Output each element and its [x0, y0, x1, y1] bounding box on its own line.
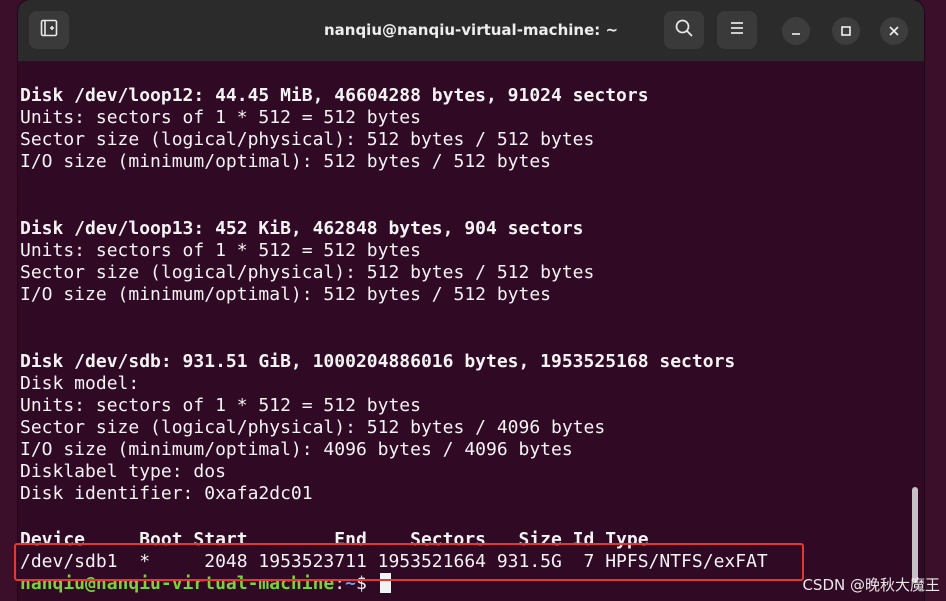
loop12-sector-size: Sector size (logical/physical): 512 byte… [20, 129, 595, 150]
loop13-header: Disk /dev/loop13: 452 KiB, 462848 bytes,… [20, 218, 584, 239]
terminal-output[interactable]: Disk /dev/loop12: 44.45 MiB, 46604288 by… [18, 62, 924, 601]
maximize-icon [840, 22, 852, 41]
prompt-path: ~ [345, 573, 356, 594]
search-icon [674, 18, 694, 42]
loop13-io-size: I/O size (minimum/optimal): 512 bytes / … [20, 284, 552, 305]
loop12-header: Disk /dev/loop12: 44.45 MiB, 46604288 by… [20, 85, 649, 106]
minimize-icon [790, 22, 802, 41]
terminal-scrollbar[interactable] [912, 487, 918, 583]
menu-button[interactable] [717, 11, 757, 49]
search-button[interactable] [664, 11, 704, 49]
new-tab-icon [39, 18, 59, 42]
terminal-window: nanqiu@nanqiu-virtual-machine: ~ Disk /d… [18, 0, 924, 601]
loop12-units: Units: sectors of 1 * 512 = 512 bytes [20, 107, 421, 128]
sdb-identifier: Disk identifier: 0xafa2dc01 [20, 483, 313, 504]
loop13-sector-size: Sector size (logical/physical): 512 byte… [20, 262, 595, 283]
partition-table-header: Device Boot Start End Sectors Size Id Ty… [20, 529, 649, 550]
close-button[interactable] [880, 17, 908, 45]
close-icon [888, 22, 900, 41]
sdb-label-type: Disklabel type: dos [20, 461, 226, 482]
maximize-button[interactable] [832, 17, 860, 45]
shell-prompt[interactable]: nanqiu@nanqiu-virtual-machine:~$ [20, 573, 391, 595]
new-tab-button[interactable] [29, 11, 69, 49]
csdn-watermark: CSDN @晚秋大魔王 [802, 576, 940, 594]
sdb-header: Disk /dev/sdb: 931.51 GiB, 1000204886016… [20, 351, 736, 372]
loop12-io-size: I/O size (minimum/optimal): 512 bytes / … [20, 151, 552, 172]
partition-row: /dev/sdb1 * 2048 1953523711 1953521664 9… [20, 551, 768, 572]
sdb-units: Units: sectors of 1 * 512 = 512 bytes [20, 395, 421, 416]
minimize-button[interactable] [782, 17, 810, 45]
prompt-symbol: $ [355, 573, 378, 594]
prompt-user-host: nanqiu@nanqiu-virtual-machine [20, 573, 335, 594]
text-cursor [379, 573, 391, 593]
sdb-model: Disk model: [20, 373, 140, 394]
title-bar: nanqiu@nanqiu-virtual-machine: ~ [18, 0, 924, 62]
sdb-sector-size: Sector size (logical/physical): 512 byte… [20, 417, 606, 438]
prompt-separator: : [334, 573, 346, 594]
hamburger-menu-icon [728, 19, 746, 41]
sdb-io-size: I/O size (minimum/optimal): 4096 bytes /… [20, 439, 573, 460]
loop13-units: Units: sectors of 1 * 512 = 512 bytes [20, 240, 421, 261]
